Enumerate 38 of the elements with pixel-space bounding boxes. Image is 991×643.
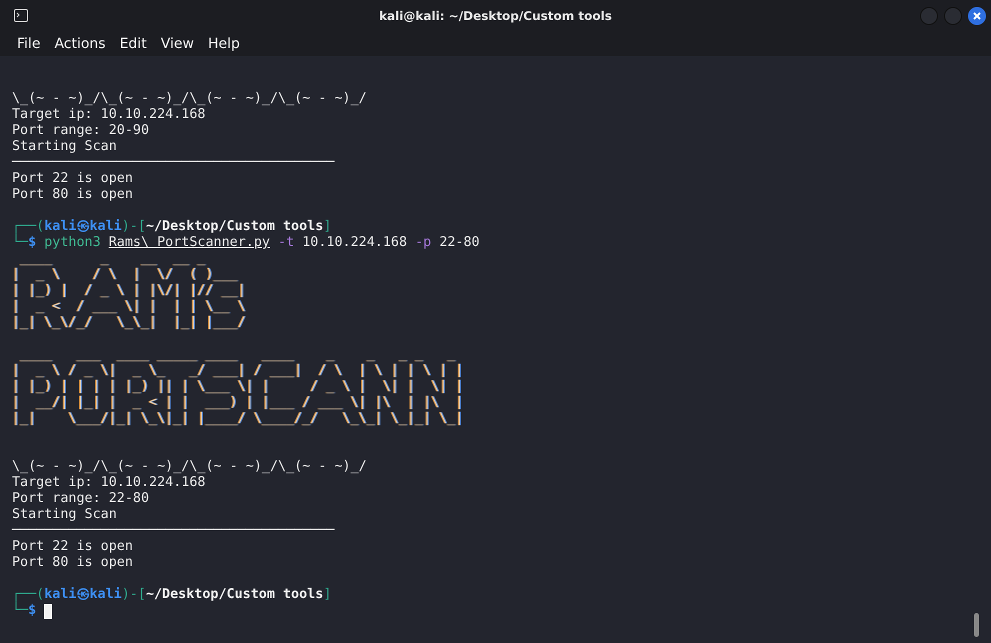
prompt-line: ┌──(kali㉿kali)-[~/Desktop/Custom tools] <box>12 219 332 234</box>
scrollbar-thumb[interactable] <box>974 613 979 637</box>
ascii-art-line: | _ \ / _ \| _ \_ _/ ___| / ___| / \ | \ | | \ | | <box>12 363 464 379</box>
output-line: \_(~ - ~)_/\_(~ - ~)_/\_(~ - ~)_/\_(~ - ~)_/ <box>12 459 367 475</box>
ascii-art-line: ____ ___ ____ _____ ____ ____ _ _ _ _ _ <box>19 347 456 363</box>
window-title: kali@kali: ~/Desktop/Custom tools <box>378 8 613 22</box>
terminal-icon <box>14 9 28 22</box>
output-line: Starting Scan <box>12 507 117 523</box>
close-icon <box>972 10 982 20</box>
output-line: \_(~ - ~)_/\_(~ - ~)_/\_(~ - ~)_/\_(~ - ~)_/ <box>12 91 367 107</box>
ascii-art-line: ____ _ __ __ _ <box>19 251 206 267</box>
output-line: Port 22 is open <box>12 539 133 555</box>
ascii-art-line: |_| \___/|_| \_\|_| |____/ \____/_/ \_\_| \_|_| \_| <box>12 411 464 427</box>
ascii-art-line: | _ < / ___ \| | | | \__ \ <box>12 299 246 315</box>
menu-item[interactable]: File <box>10 36 48 52</box>
ascii-art-line: | _ \ / \ | \/ ( )___ <box>12 267 239 283</box>
ascii-art-line: | __/| |_| | _ < | | ___) | |___ / ___ \| |\ | |\ | <box>12 395 464 411</box>
ascii-art-line: |_| \_\/_/ \_\_| |_| |___/ <box>12 315 246 331</box>
close-button[interactable] <box>968 6 986 24</box>
output-line: Port range: 20-90 <box>12 123 150 139</box>
output-line: ──────────────────────────────────────── <box>12 523 334 539</box>
output-line: Port 22 is open <box>12 171 133 187</box>
ascii-art-line: | |_) | / _ \ | |\/| |// __| <box>12 283 246 299</box>
command-line: └─$ <box>12 603 36 619</box>
output-line: Port 80 is open <box>12 187 133 203</box>
output-line: Target ip: 10.10.224.168 <box>12 107 206 123</box>
menu-item[interactable]: Edit <box>112 36 154 52</box>
output-line: ──────────────────────────────────────── <box>12 155 334 171</box>
command-line: └─$ python3 Rams\ PortScanner.py -t 10.10.224.168 -p 22-80 <box>12 235 480 251</box>
menu-item[interactable]: Actions <box>47 36 113 52</box>
output-line: Target ip: 10.10.224.168 <box>12 475 206 491</box>
output-line: Port range: 22-80 <box>12 491 150 507</box>
output-line: Starting Scan <box>12 139 117 155</box>
prompt-line: ┌──(kali㉿kali)-[~/Desktop/Custom tools] <box>12 587 332 602</box>
menu-item[interactable]: View <box>154 36 201 52</box>
output-line: Port 80 is open <box>12 555 133 571</box>
menu-item[interactable]: Help <box>200 36 247 52</box>
ascii-art-line: | |_) | | | | |_) || | \___ \| | / _ \ | \| | \| | <box>12 379 464 395</box>
